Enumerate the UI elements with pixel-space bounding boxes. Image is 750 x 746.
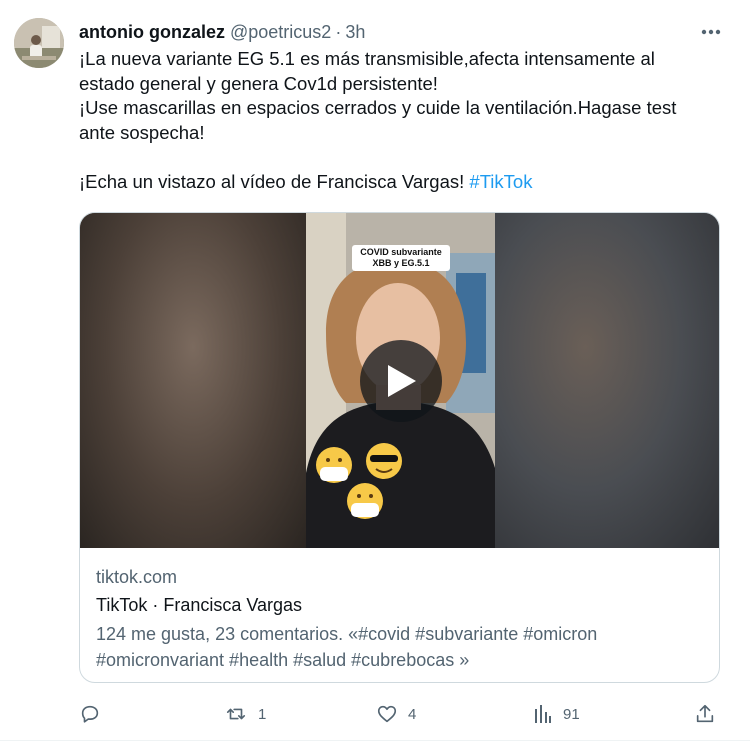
tweet-text-line: ¡Echa un vistazo al vídeo de Francisca V… bbox=[79, 170, 729, 195]
tweet-text-line: ¡La nueva variante EG 5.1 es más transmi… bbox=[79, 48, 655, 69]
divider bbox=[0, 740, 750, 741]
timestamp[interactable]: 3h bbox=[345, 22, 365, 43]
retweet-button[interactable]: 1 bbox=[224, 698, 266, 730]
emoji-stickers bbox=[316, 443, 402, 519]
reply-button[interactable] bbox=[79, 698, 101, 730]
author-name[interactable]: antonio gonzalez bbox=[79, 22, 225, 43]
retweet-count: 1 bbox=[258, 705, 267, 723]
tweet[interactable]: antonio gonzalez @poetricus2 · 3h ¡La nu… bbox=[0, 0, 750, 746]
share-text: ¡Echa un vistazo al vídeo de Francisca V… bbox=[79, 170, 470, 192]
video-blur-right bbox=[495, 213, 719, 548]
video-caption: COVID subvariante XBB y EG.5.1 bbox=[352, 245, 450, 271]
more-horizontal-icon bbox=[701, 29, 721, 35]
share-button[interactable] bbox=[694, 698, 716, 730]
card-domain: tiktok.com bbox=[96, 567, 178, 587]
avatar[interactable] bbox=[14, 18, 64, 68]
video-blur-left bbox=[80, 213, 306, 548]
play-button[interactable] bbox=[360, 340, 442, 422]
like-button[interactable]: 4 bbox=[376, 698, 416, 730]
hashtag-link[interactable]: #TikTok bbox=[469, 171, 532, 192]
reply-icon bbox=[81, 705, 99, 723]
tweet-text-line: ¡Use mascarillas en espacios cerrados y … bbox=[79, 97, 677, 118]
author-handle[interactable]: @poetricus2 bbox=[230, 22, 331, 43]
like-count: 4 bbox=[408, 705, 417, 723]
analytics-icon bbox=[535, 705, 551, 723]
retweet-icon bbox=[226, 708, 246, 720]
action-bar: 1 4 91 bbox=[0, 698, 750, 730]
heart-icon bbox=[377, 705, 397, 723]
share-icon bbox=[696, 704, 714, 723]
tweet-text: ¡La nueva variante EG 5.1 es más transmi… bbox=[79, 47, 729, 194]
card-title: TikTok · Francisca Vargas bbox=[96, 595, 303, 615]
card-description: 124 me gusta, 23 comentarios. «#covid #s… bbox=[96, 624, 598, 670]
card-info[interactable]: tiktok.com TikTok · Francisca Vargas 124… bbox=[96, 565, 706, 673]
views-button[interactable]: 91 bbox=[533, 698, 580, 730]
link-card[interactable]: COVID subvariante XBB y EG.5.1 tiktok.co… bbox=[79, 212, 720, 683]
views-count: 91 bbox=[563, 705, 580, 723]
tweet-header: antonio gonzalez @poetricus2 · 3h bbox=[79, 19, 365, 45]
tweet-text-line: estado general y genera Cov1d persistent… bbox=[79, 72, 438, 94]
more-options-button[interactable] bbox=[696, 18, 726, 46]
video-preview[interactable]: COVID subvariante XBB y EG.5.1 bbox=[80, 213, 719, 548]
tweet-text-line: ante sospecha! bbox=[79, 121, 205, 143]
play-icon bbox=[388, 365, 416, 397]
separator: · bbox=[335, 21, 342, 42]
